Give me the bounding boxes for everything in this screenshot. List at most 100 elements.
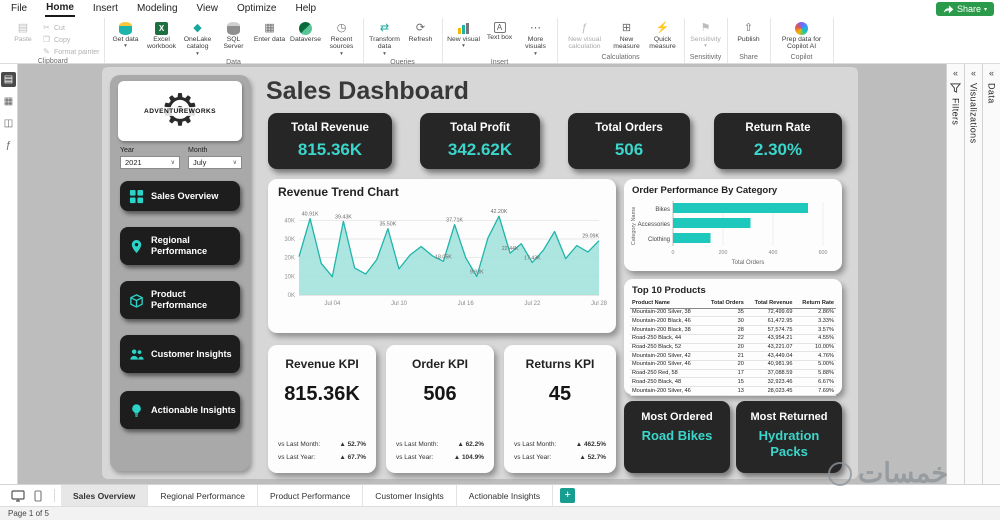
nav-regional-performance[interactable]: Regional Performance (120, 227, 240, 265)
quick-measure-label: Quick measure (649, 36, 676, 51)
mobile-view-icon[interactable] (28, 485, 48, 506)
copy-button[interactable]: ❐ Copy (42, 35, 100, 45)
nav-product-performance[interactable]: Product Performance (120, 281, 240, 319)
table-row[interactable]: Road-250 Black, 52 20 43,221.07 10.00% (630, 343, 836, 353)
more-visuals-button[interactable]: ⋯ More visuals ▾ (519, 20, 553, 58)
kpi-card-return-rate[interactable]: Return Rate 2.30% (714, 113, 842, 169)
new-visual-icon (457, 22, 470, 35)
table-cell: 35 (703, 308, 746, 318)
menu-home[interactable]: Home (45, 1, 75, 17)
refresh-icon: ⟳ (415, 22, 426, 34)
new-visual-button[interactable]: New visual ▾ (447, 20, 481, 50)
publish-icon: ⇧ (743, 22, 754, 34)
kpi-card-total-orders[interactable]: Total Orders 506 (568, 113, 690, 169)
table-row[interactable]: Mountain-200 Black, 38 28 57,574.75 3.57% (630, 325, 836, 335)
nav-sales-overview[interactable]: Sales Overview (120, 181, 240, 211)
table-cell: 30 (703, 316, 746, 327)
svg-text:Clothing: Clothing (648, 237, 670, 243)
cut-button[interactable]: ✂ Cut (42, 23, 100, 33)
table-row[interactable]: Mountain-200 Silver, 46 13 28,023.45 7.69% (630, 386, 836, 396)
kpi-card-total-revenue[interactable]: Total Revenue 815.36K (268, 113, 392, 169)
sensitivity-button[interactable]: ⚑ Sensitivity ▾ (689, 20, 723, 50)
dataverse-button[interactable]: Dataverse (289, 20, 323, 43)
table-cell: 22 (703, 334, 746, 344)
menu-file[interactable]: File (10, 2, 28, 16)
desktop-view-icon[interactable] (8, 485, 28, 506)
most-ordered-card[interactable]: Most Ordered Road Bikes (624, 401, 730, 473)
menu-optimize[interactable]: Optimize (236, 2, 277, 16)
top-products-table-card[interactable]: Top 10 Products Product Name Total Orders… (624, 279, 842, 396)
table-row[interactable]: Mountain-200 Silver, 38 35 72,499.69 2.86% (630, 308, 836, 318)
sql-label: SQL Server (223, 36, 244, 51)
get-data-label: Get data (112, 36, 139, 43)
paste-button[interactable]: ▤ Paste (6, 20, 40, 44)
sensitivity-label: Sensitivity (690, 36, 721, 43)
returns-kpi-panel[interactable]: Returns KPI 45 vs Last Month: ▲ 462.5% vs… (504, 345, 616, 473)
table-row[interactable]: Road-250 Black, 44 22 43,954.21 4.55% (630, 334, 836, 344)
table-cell: 7.69% (794, 386, 836, 396)
report-page[interactable]: ⚙ ADVENTUREWORKS Year 2021 ∨ Month July … (102, 67, 858, 479)
table-cell: Road-250 Black, 48 (630, 377, 703, 388)
tab-actionable-insights[interactable]: Actionable Insights (457, 485, 554, 506)
new-measure-button[interactable]: ⊞ New measure (610, 20, 644, 51)
delta-label: vs Last Year: (278, 454, 316, 461)
data-pane[interactable]: « Data (982, 64, 1000, 484)
nav-actionable-insights[interactable]: Actionable Insights (120, 391, 240, 429)
prep-data-for-copilot-button[interactable]: Prep data for Copilot AI (775, 20, 829, 51)
table-row[interactable]: Road-250 Red, 58 17 37,088.59 5.88% (630, 369, 836, 379)
excel-workbook-button[interactable]: X Excel workbook (145, 20, 179, 51)
chevron-down-icon: ▾ (704, 43, 707, 50)
recent-sources-button[interactable]: ◷ Recent sources ▾ (325, 20, 359, 58)
new-visual-calculation-button[interactable]: ƒ New visual calculation (562, 20, 608, 51)
sql-server-button[interactable]: SQL Server (217, 20, 251, 51)
tab-sales-overview[interactable]: Sales Overview (61, 485, 149, 506)
table-row[interactable]: Mountain-200 Silver, 42 21 43,449.04 4.76% (630, 351, 836, 361)
menu-view[interactable]: View (196, 2, 220, 16)
table-cell: 61,472.95 (745, 316, 795, 327)
table-cell: 28 (703, 325, 746, 335)
menu-insert[interactable]: Insert (92, 2, 119, 16)
report-view-icon[interactable]: ▤ (1, 72, 16, 87)
quick-measure-button[interactable]: ⚡ Quick measure (646, 20, 680, 51)
text-box-button[interactable]: A Text box (483, 20, 517, 41)
revenue-kpi-panel[interactable]: Revenue KPI 815.36K vs Last Month: ▲ 52.7… (268, 345, 376, 473)
menu-modeling[interactable]: Modeling (136, 2, 179, 16)
report-canvas: ⚙ ADVENTUREWORKS Year 2021 ∨ Month July … (18, 64, 946, 484)
menu-help[interactable]: Help (294, 2, 317, 16)
dax-query-view-icon[interactable]: ƒ (1, 138, 16, 153)
year-slicer-dropdown[interactable]: 2021 ∨ (120, 156, 180, 169)
table-row[interactable]: Mountain-200 Silver, 46 20 40,981.96 5.00% (630, 360, 836, 370)
kpi-card-total-profit[interactable]: Total Profit 342.62K (420, 113, 540, 169)
get-data-button[interactable]: Get data ▾ (109, 20, 143, 50)
publish-button[interactable]: ⇧ Publish (732, 20, 766, 44)
tab-product-performance[interactable]: Product Performance (258, 485, 364, 506)
tab-customer-insights[interactable]: Customer Insights (363, 485, 457, 506)
kpi-value: 815.36K (297, 140, 363, 159)
filters-pane[interactable]: « Filters (946, 64, 964, 484)
revenue-trend-chart[interactable]: Revenue Trend Chart 0K 10K 20K 30K 40K 40.91K… (268, 179, 616, 333)
add-page-button[interactable]: + (560, 488, 576, 503)
model-view-icon[interactable]: ◫ (1, 116, 16, 131)
cut-label: Cut (54, 24, 65, 32)
refresh-button[interactable]: ⟳ Refresh (404, 20, 438, 44)
most-returned-card[interactable]: Most Returned Hydration Packs (736, 401, 842, 473)
share-button[interactable]: Share ▾ (935, 2, 994, 16)
table-row[interactable]: Road-250 Black, 48 15 32,923.46 6.67% (630, 377, 836, 388)
format-painter-button[interactable]: ✎ Format painter (42, 47, 99, 57)
table-row[interactable]: Mountain-200 Black, 46 30 61,472.95 3.33% (630, 316, 836, 327)
group-label-sensitivity: Sensitivity (689, 54, 722, 61)
month-slicer-dropdown[interactable]: July ∨ (188, 156, 242, 169)
lightbulb-icon (132, 403, 141, 417)
enter-data-label: Enter data (253, 36, 286, 43)
order-kpi-panel[interactable]: Order KPI 506 vs Last Month: ▲ 62.2% vs L… (386, 345, 494, 473)
visualizations-pane[interactable]: « Visualizations (964, 64, 982, 484)
orders-by-category-chart[interactable]: Order Performance By Category 0 200 400 600… (624, 179, 842, 271)
enter-data-button[interactable]: ▦ Enter data (253, 20, 287, 44)
nav-customer-insights[interactable]: Customer Insights (120, 335, 240, 373)
table-view-icon[interactable]: ▦ (1, 94, 16, 109)
tab-regional-performance[interactable]: Regional Performance (148, 485, 258, 506)
svg-text:42.20K: 42.20K (491, 209, 508, 215)
onelake-catalog-button[interactable]: ◆ OneLake catalog ▾ (181, 20, 215, 58)
transform-data-button[interactable]: ⇄ Transform data ▾ (368, 20, 402, 58)
kpi-value: 342.62K (447, 140, 513, 159)
